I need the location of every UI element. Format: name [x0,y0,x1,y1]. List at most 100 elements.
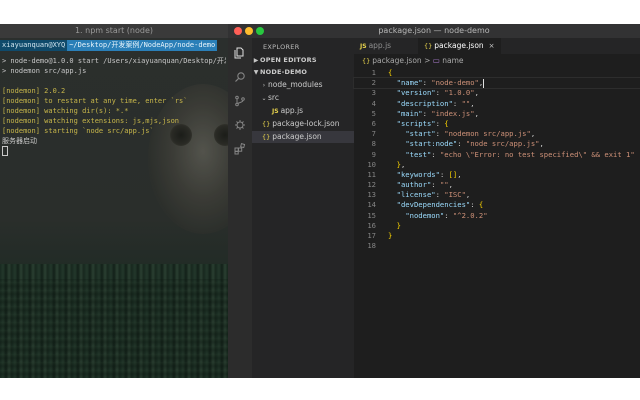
line-number: 4 [371,98,376,108]
code-line[interactable]: 5 "main": "index.js", [354,109,640,119]
code-text: "nodemon": "^2.0.2" [405,210,488,220]
chevron-down-icon: ⌄ [261,95,267,102]
close-window-button[interactable] [234,27,242,35]
sidebar-item-app-js[interactable]: JS app.js [252,105,354,117]
json-file-icon: {} [262,120,271,128]
code-text: { [388,68,393,77]
window-title: package.json — node-demo [378,26,490,35]
code-text: "main": "index.js", [396,108,479,118]
line-number: 18 [367,241,376,251]
breadcrumb-symbol[interactable]: name [442,56,463,65]
line-number: 3 [371,88,376,98]
terminal-line: 服务器启动 [2,137,37,145]
code-text: "name": "node-demo", [396,78,485,88]
text-cursor [483,78,485,88]
code-text: "test": "echo \"Error: no test specified… [405,149,635,159]
code-text: "scripts": { [396,118,449,128]
javascript-file-icon: JS [272,108,279,115]
line-number: 15 [367,210,376,220]
prompt-path: ~/Desktop/开发案例/NodeApp/node-demo [67,40,218,51]
zoom-window-button[interactable] [256,27,264,35]
explorer-header: EXPLORER [263,43,300,51]
editor-area: JS app.js {} package.json × {} package.json … [353,38,640,378]
code-line[interactable]: 3 "version": "1.0.0", [354,88,640,98]
code-line[interactable]: 10 }, [354,160,640,170]
tab-package-json[interactable]: {} package.json × [418,38,501,54]
code-text: "start": "nodemon src/app.js", [405,129,536,139]
desktop-screen: 1. npm start (node) xiayuanquan@XYQ ~/Des… [0,24,640,378]
chevron-right-icon: › [262,82,266,89]
code-line[interactable]: 13 "license": "ISC", [354,190,640,200]
code-line[interactable]: 17} [354,231,640,241]
code-text: "devDependencies": { [396,200,484,210]
debug-icon[interactable] [234,116,246,130]
editor-tabs: JS app.js {} package.json × [354,38,640,54]
terminal-line: > nodemon src/app.js [2,67,87,75]
line-number: 8 [371,139,376,149]
code-line[interactable]: 2 "name": "node-demo", [353,77,640,90]
code-line[interactable]: 16 } [354,221,640,231]
code-line[interactable]: 18 [354,241,640,251]
terminal-line: [nodemon] watching extensions: js,mjs,js… [2,117,180,125]
line-number: 16 [367,220,376,230]
json-file-icon: {} [424,42,433,50]
json-file-icon: {} [262,133,271,141]
code-line[interactable]: 9 "test": "echo \"Error: no test specifi… [354,150,640,160]
line-number: 10 [367,159,376,169]
code-line[interactable]: 6 "scripts": { [354,119,640,129]
explorer-sidebar: EXPLORER ▶ OPEN EDITORS ▼ NODE-DEMO › node_… [252,38,354,378]
tab-app-js[interactable]: JS app.js [354,38,397,54]
sidebar-item-node-modules[interactable]: › node_modules [252,79,354,91]
breadcrumb: {} package.json > ▭ name [362,56,464,66]
code-editor[interactable]: 1{2 "name": "node-demo", 3 "version": "1.… [353,68,640,251]
code-text: "license": "ISC", [396,190,471,200]
search-icon[interactable] [234,68,246,82]
terminal-prompt: xiayuanquan@XYQ ~/Desktop/开发案例/NodeApp/no… [0,40,228,51]
terminal-line: [nodemon] starting `node src/app.js` [2,127,154,135]
code-text: "keywords": [], [396,169,462,179]
line-number: 1 [371,68,376,77]
prompt-user: xiayuanquan@XYQ [0,40,68,51]
open-editors-section[interactable]: ▶ OPEN EDITORS [252,54,354,66]
sidebar-item-src[interactable]: ⌄src [252,92,354,104]
line-number: 7 [371,129,376,139]
code-line[interactable]: 1{ [354,68,640,78]
close-tab-icon[interactable]: × [489,42,495,50]
line-number: 13 [367,190,376,200]
extensions-icon[interactable] [234,140,246,155]
sidebar-item-package-lock[interactable]: {} package-lock.json [252,118,354,130]
code-text: }, [396,159,406,169]
terminal-titlebar: 1. npm start (node) [0,24,228,38]
source-control-icon[interactable] [234,92,246,107]
terminal-line: [nodemon] 2.0.2 [2,87,66,95]
terminal-title: 1. npm start (node) [74,26,154,35]
activity-bar [228,38,252,378]
breadcrumb-file[interactable]: package.json [372,56,421,65]
line-number: 6 [371,118,376,128]
project-section[interactable]: ▼ NODE-DEMO [252,66,354,78]
code-line[interactable]: 8 "start:node": "node src/app.js", [354,139,640,149]
terminal-line: [nodemon] to restart at any time, enter … [2,97,188,105]
line-number: 5 [371,108,376,118]
code-line[interactable]: 15 "nodemon": "^2.0.2" [354,211,640,221]
code-line[interactable]: 12 "author": "", [354,180,640,190]
code-line[interactable]: 14 "devDependencies": { [354,200,640,210]
json-file-icon: {} [362,57,371,65]
terminal-window[interactable]: 1. npm start (node) xiayuanquan@XYQ ~/Des… [0,24,228,378]
line-number: 11 [367,169,376,179]
terminal-output: > node-demo@1.0.0 start /Users/xiayuanqu… [2,56,226,156]
breadcrumb-separator: > [424,56,431,65]
code-line[interactable]: 11 "keywords": [], [354,170,640,180]
line-number: 14 [367,200,376,210]
minimize-window-button[interactable] [245,27,253,35]
terminal-line: [nodemon] watching dir(s): *.* [2,107,129,115]
code-text: "author": "", [396,180,453,190]
code-line[interactable]: 7 "start": "nodemon src/app.js", [354,129,640,139]
files-icon[interactable] [234,44,246,59]
sidebar-item-package-json[interactable]: {} package.json [252,131,354,143]
code-text: "start:node": "node src/app.js", [405,139,544,149]
code-line[interactable]: 4 "description": "", [354,99,640,109]
terminal-cursor [2,146,8,156]
code-text: } [388,231,393,240]
